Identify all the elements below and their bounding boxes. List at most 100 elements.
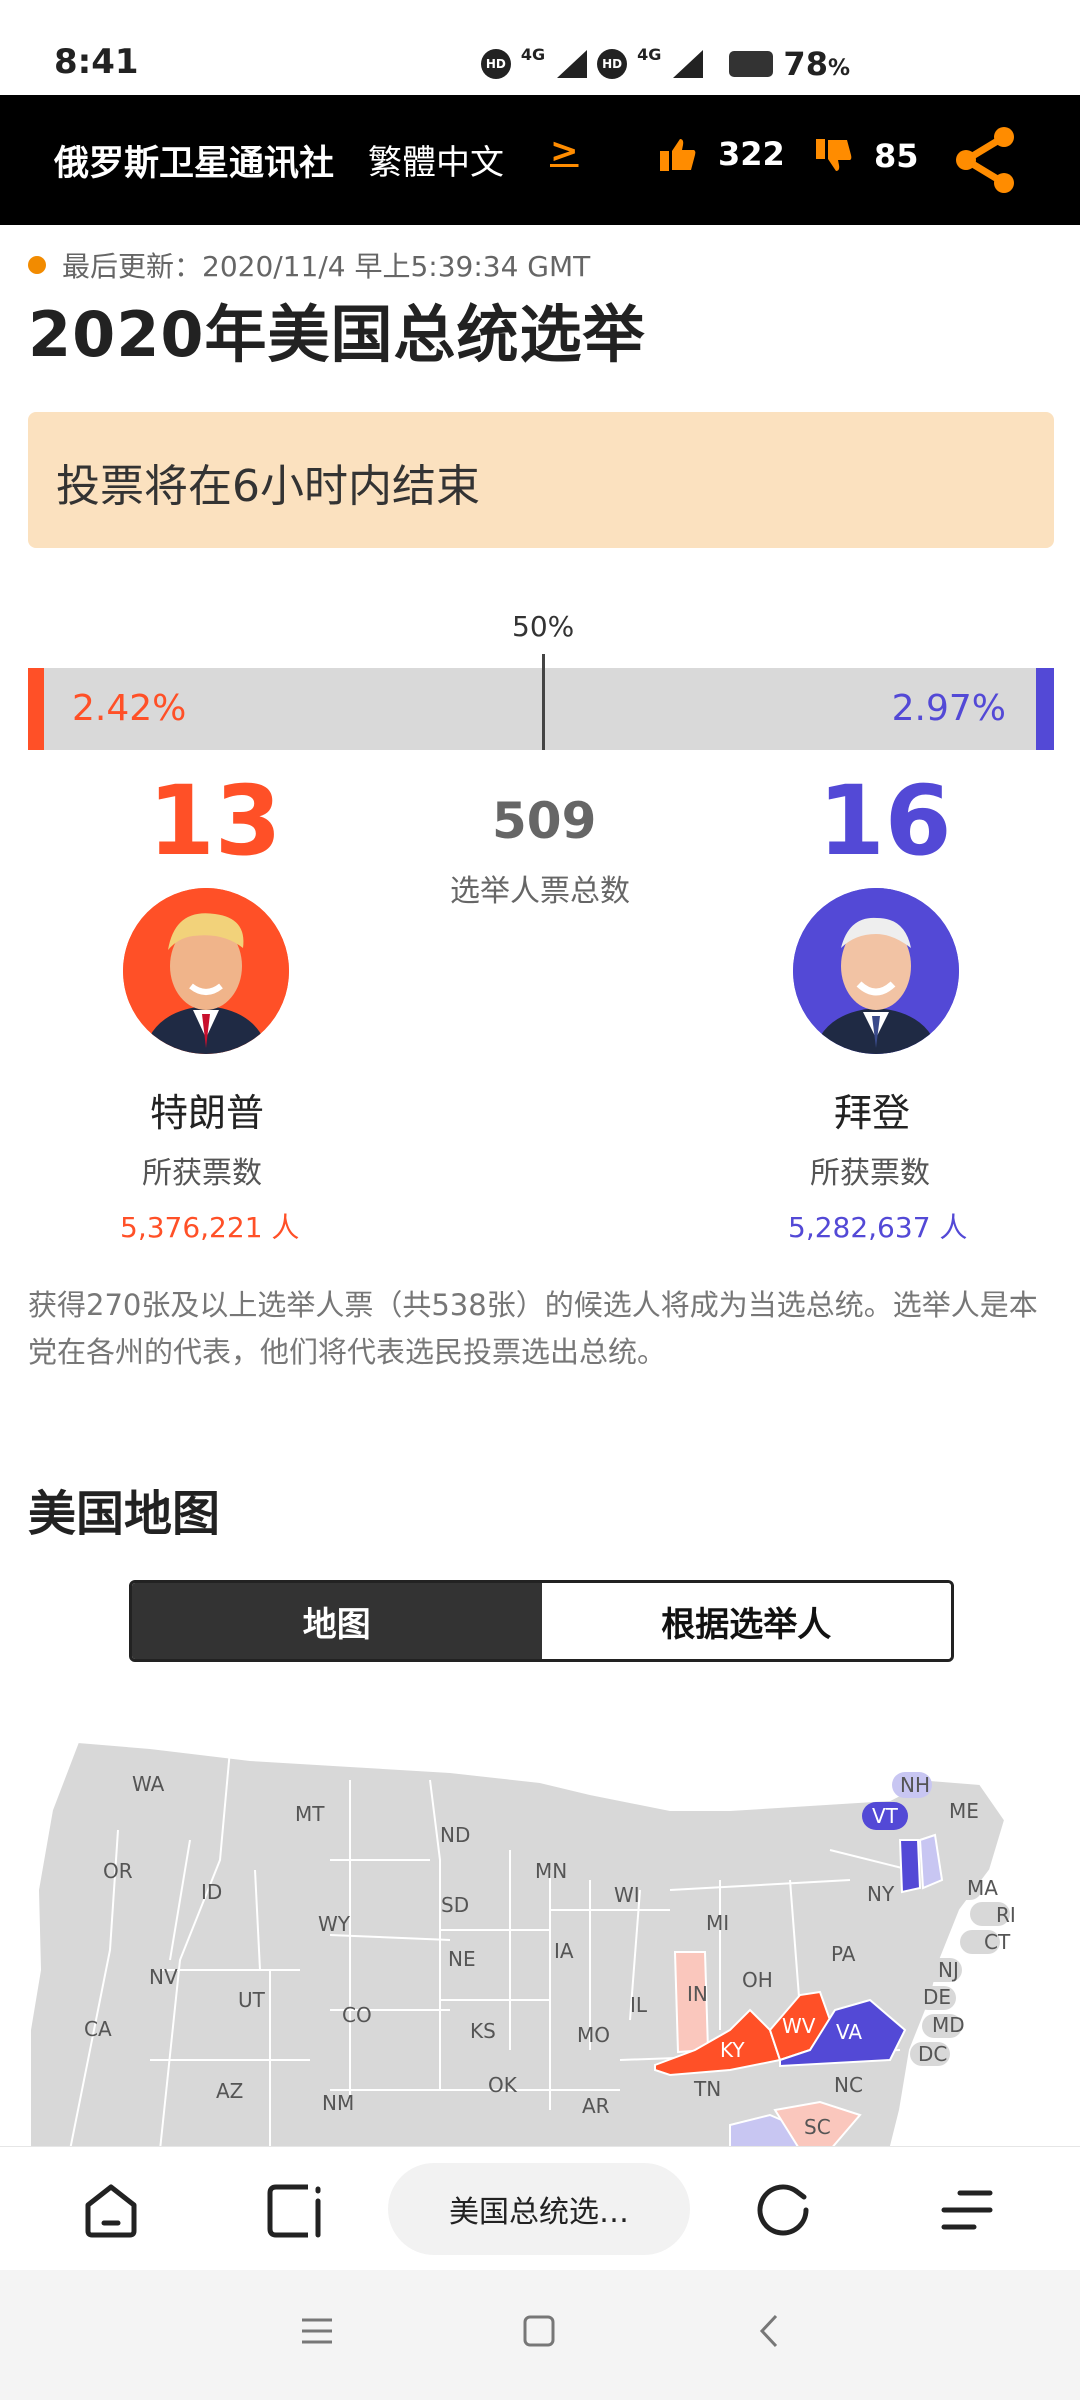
svg-text:NV: NV xyxy=(149,1965,178,1989)
midpoint-line xyxy=(542,654,545,750)
tabs-icon[interactable] xyxy=(264,2179,326,2241)
system-navigation-bar xyxy=(0,2270,1080,2400)
biden-electoral-votes: 16 xyxy=(818,765,952,877)
map-section-title: 美国地图 xyxy=(28,1486,221,1542)
status-time: 8:41 xyxy=(54,42,139,82)
svg-text:KY: KY xyxy=(720,2038,745,2062)
thumbs-down-icon xyxy=(816,139,852,171)
biden-popular-votes: 5,282,637 人 xyxy=(788,1211,968,1244)
svg-text:NH: NH xyxy=(900,1773,930,1797)
browser-toolbar: 美国总统选… xyxy=(0,2146,1080,2270)
svg-text:WV: WV xyxy=(782,2014,816,2038)
biden-percentage: 2.97% xyxy=(891,688,1006,729)
svg-text:MI: MI xyxy=(706,1911,729,1935)
us-election-map[interactable]: WA MT ND MN OR ID SD WI MI WY NY NE IA P… xyxy=(30,1730,1080,2150)
tab-map[interactable]: 地图 xyxy=(132,1583,542,1659)
signal-icon xyxy=(557,50,588,78)
svg-text:OR: OR xyxy=(103,1859,133,1883)
battery-level: 78% xyxy=(783,45,850,83)
status-bar: 8:41 HD 4G HD 4G 78% xyxy=(0,0,1080,95)
last-updated-text: 最后更新：2020/11/4 早上5:39:34 GMT xyxy=(62,250,591,283)
svg-text:NC: NC xyxy=(834,2073,863,2097)
biden-avatar xyxy=(793,888,959,1054)
svg-text:UT: UT xyxy=(238,1988,266,2012)
state-vt[interactable] xyxy=(898,1839,922,1894)
signal-icon-2 xyxy=(673,50,704,78)
network-type: 4G xyxy=(520,45,546,64)
svg-text:NJ: NJ xyxy=(938,1958,959,1982)
dislike-button[interactable]: 85 xyxy=(816,137,919,175)
trump-name: 特朗普 xyxy=(150,1091,265,1135)
svg-text:IL: IL xyxy=(630,1993,648,2017)
total-electoral-votes: 509 xyxy=(492,792,597,850)
menu-icon[interactable] xyxy=(936,2179,998,2241)
thumbs-up-icon xyxy=(660,139,696,171)
trump-avatar xyxy=(123,888,289,1054)
svg-text:NM: NM xyxy=(322,2091,354,2115)
refresh-icon[interactable] xyxy=(752,2179,814,2241)
svg-text:KS: KS xyxy=(470,2019,496,2043)
trump-popular-votes: 5,376,221 人 xyxy=(120,1211,300,1244)
svg-text:WA: WA xyxy=(132,1772,165,1796)
svg-text:WY: WY xyxy=(318,1912,351,1936)
svg-text:MA: MA xyxy=(967,1876,998,1900)
vote-share-bar: 2.42% 2.97% xyxy=(28,654,1054,750)
like-button[interactable]: 322 xyxy=(660,135,785,173)
battery-icon xyxy=(729,51,774,77)
svg-text:ID: ID xyxy=(201,1880,222,1904)
svg-text:OK: OK xyxy=(488,2073,518,2097)
total-electoral-votes-label: 选举人票总数 xyxy=(450,874,630,909)
like-count: 322 xyxy=(718,135,785,173)
svg-text:CT: CT xyxy=(984,1930,1011,1954)
svg-text:DC: DC xyxy=(918,2042,947,2066)
svg-text:MO: MO xyxy=(577,2023,610,2047)
svg-text:IA: IA xyxy=(554,1939,574,1963)
map-view-toggle: 地图 根据选举人 xyxy=(129,1580,954,1662)
svg-text:WI: WI xyxy=(614,1883,640,1907)
svg-text:ME: ME xyxy=(949,1799,979,1823)
dislike-count: 85 xyxy=(874,137,919,175)
svg-text:SD: SD xyxy=(441,1893,469,1917)
site-header: 俄罗斯卫星通讯社 繁體中文 > 322 85 xyxy=(0,95,1080,225)
svg-text:SC: SC xyxy=(804,2115,831,2139)
address-bar[interactable]: 美国总统选… xyxy=(388,2163,690,2255)
svg-text:AR: AR xyxy=(582,2094,610,2118)
svg-text:MT: MT xyxy=(295,1802,325,1826)
svg-text:CO: CO xyxy=(342,2003,372,2027)
home-nav-icon[interactable] xyxy=(522,2314,556,2348)
svg-text:TN: TN xyxy=(693,2077,721,2101)
back-icon[interactable] xyxy=(752,2314,786,2348)
network-type-2: 4G xyxy=(637,45,662,64)
share-icon[interactable] xyxy=(950,125,1020,195)
trump-share-fill xyxy=(28,668,44,750)
recent-apps-icon[interactable] xyxy=(300,2314,334,2348)
polls-notice: 投票将在6小时内结束 xyxy=(28,412,1054,548)
svg-text:MD: MD xyxy=(932,2013,965,2037)
svg-text:IN: IN xyxy=(687,1982,708,2006)
svg-text:AZ: AZ xyxy=(216,2079,243,2103)
svg-text:MN: MN xyxy=(535,1859,567,1883)
page-title: 2020年美国总统选举 xyxy=(28,298,646,371)
svg-text:DE: DE xyxy=(923,1985,951,2009)
biden-votes-label: 所获票数 xyxy=(810,1156,930,1191)
language-switch-arrow[interactable]: > xyxy=(550,131,579,171)
svg-text:NY: NY xyxy=(867,1882,895,1906)
svg-text:NE: NE xyxy=(448,1947,476,1971)
biden-name: 拜登 xyxy=(834,1091,911,1135)
status-icons: HD 4G HD 4G 78% xyxy=(480,45,850,83)
trump-electoral-votes: 13 xyxy=(148,765,282,877)
language-switch[interactable]: 繁體中文 xyxy=(368,135,504,184)
svg-text:VT: VT xyxy=(872,1804,899,1828)
svg-text:OH: OH xyxy=(742,1968,773,1992)
trump-percentage: 2.42% xyxy=(72,688,187,729)
svg-text:ND: ND xyxy=(440,1823,470,1847)
trump-votes-label: 所获票数 xyxy=(142,1156,262,1191)
tab-by-electors[interactable]: 根据选举人 xyxy=(541,1583,951,1659)
site-brand[interactable]: 俄罗斯卫星通讯社 xyxy=(54,135,334,186)
midpoint-label: 50% xyxy=(512,610,575,643)
live-dot-icon xyxy=(28,256,46,274)
electoral-explanation: 获得270张及以上选举人票（共538张）的候选人将成为当选总统。选举人是本党在各… xyxy=(28,1288,1038,1369)
home-icon[interactable] xyxy=(80,2179,142,2241)
hd-icon: HD xyxy=(480,49,511,79)
svg-text:VA: VA xyxy=(836,2020,862,2044)
